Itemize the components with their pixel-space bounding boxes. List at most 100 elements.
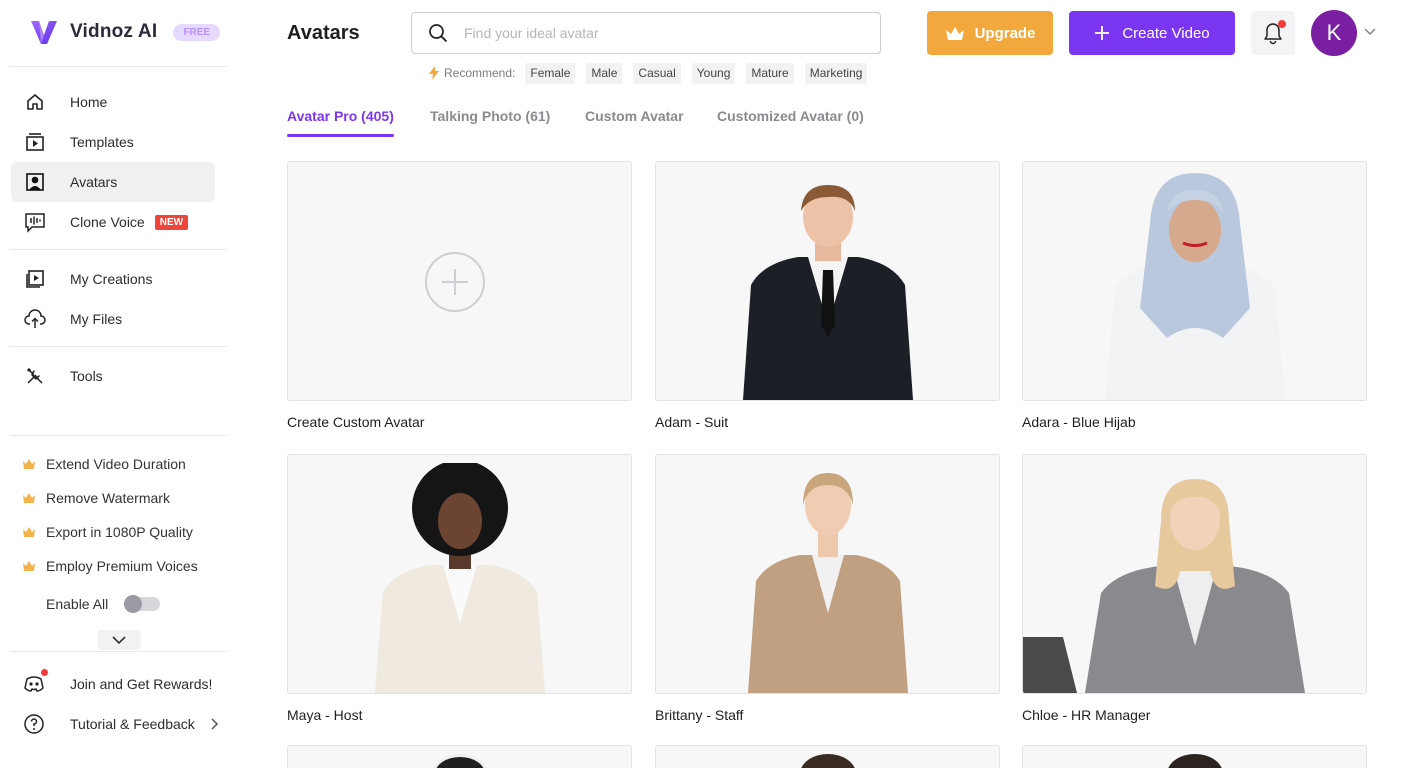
page-title: Avatars: [287, 22, 360, 44]
crown-icon: [23, 527, 35, 537]
lightning-icon: [429, 66, 439, 80]
sidebar-item-clone-voice[interactable]: Clone Voice NEW: [11, 202, 215, 242]
notification-dot: [1278, 20, 1286, 28]
tag-casual[interactable]: Casual: [633, 62, 681, 84]
search-icon: [429, 24, 448, 43]
tag-young[interactable]: Young: [691, 62, 736, 84]
tab-avatar-pro[interactable]: Avatar Pro (405): [287, 108, 394, 138]
avatar-card[interactable]: Brittany - Staff: [655, 454, 1000, 723]
enable-all-label: Enable All: [46, 596, 109, 612]
sidebar-item-label: Home: [70, 94, 108, 110]
enable-all-toggle[interactable]: [124, 595, 161, 613]
perk-remove-watermark[interactable]: Remove Watermark: [22, 488, 170, 508]
chevron-down-icon: [112, 635, 126, 644]
tab-talking-photo[interactable]: Talking Photo (61): [430, 108, 550, 138]
avatar-portrait-image: [431, 754, 488, 768]
card-name: Create Custom Avatar: [287, 414, 425, 430]
tutorial-feedback-link[interactable]: Tutorial & Feedback: [22, 712, 219, 736]
card-thumbnail[interactable]: [287, 161, 632, 401]
chevron-down-icon[interactable]: [1363, 27, 1377, 37]
sidebar-item-label: Avatars: [70, 174, 118, 190]
avatar-card[interactable]: Adara - Blue Hijab: [1022, 161, 1367, 430]
card-thumbnail[interactable]: [1022, 454, 1367, 694]
avatar-card[interactable]: [1022, 745, 1367, 768]
add-circle-icon: [425, 252, 485, 312]
enable-all-row: Enable All: [46, 595, 161, 613]
sidebar-item-home[interactable]: Home: [11, 82, 215, 122]
card-name: Adara - Blue Hijab: [1022, 414, 1136, 430]
perk-label: Export in 1080P Quality: [46, 524, 193, 540]
video-library-icon: [24, 268, 46, 290]
tag-marketing[interactable]: Marketing: [804, 62, 868, 84]
card-name: Adam - Suit: [655, 414, 729, 430]
sidebar-divider: [10, 346, 227, 347]
sidebar-divider: [10, 651, 227, 652]
discord-icon: [22, 669, 48, 696]
tab-custom-avatar[interactable]: Custom Avatar: [585, 108, 684, 138]
avatar-icon: [24, 171, 46, 193]
avatar-card[interactable]: [655, 745, 1000, 768]
sidebar: Vidnoz AI FREE Home Templates Avatars Cl…: [0, 0, 240, 768]
card-thumbnail[interactable]: [655, 161, 1000, 401]
card-name: Maya - Host: [287, 707, 363, 723]
recommend-row: Recommend: Female Male Casual Young Matu…: [428, 62, 878, 84]
cloud-upload-icon: [24, 308, 46, 330]
perk-label: Remove Watermark: [46, 490, 170, 506]
bottom-item-label: Join and Get Rewards!: [70, 676, 213, 692]
upgrade-button[interactable]: Upgrade: [927, 11, 1053, 55]
plan-badge: FREE: [173, 23, 220, 41]
avatar-portrait-image: [1084, 479, 1305, 693]
avatar-card[interactable]: Adam - Suit: [655, 161, 1000, 430]
create-video-button[interactable]: Create Video: [1069, 11, 1235, 55]
sidebar-item-tools[interactable]: Tools: [11, 356, 215, 396]
notification-dot: [41, 669, 48, 676]
crown-icon: [23, 459, 35, 469]
perk-export-1080p[interactable]: Export in 1080P Quality: [22, 522, 193, 542]
sidebar-item-label: Clone Voice: [70, 214, 145, 230]
templates-icon: [24, 131, 46, 153]
avatar-portrait-image: [742, 185, 913, 400]
join-rewards-link[interactable]: Join and Get Rewards!: [22, 669, 213, 696]
avatar-card[interactable]: Chloe - HR Manager: [1022, 454, 1367, 723]
sidebar-divider: [10, 249, 227, 250]
search-box[interactable]: [411, 12, 881, 54]
create-video-label: Create Video: [1122, 24, 1210, 42]
card-thumbnail[interactable]: [1022, 161, 1367, 401]
upgrade-label: Upgrade: [974, 24, 1036, 42]
sidebar-item-my-files[interactable]: My Files: [11, 299, 215, 339]
card-name: Chloe - HR Manager: [1022, 707, 1151, 723]
sidebar-item-avatars[interactable]: Avatars: [11, 162, 215, 202]
card-thumbnail[interactable]: [287, 454, 632, 694]
perk-label: Extend Video Duration: [46, 456, 186, 472]
tag-female[interactable]: Female: [525, 62, 576, 84]
sidebar-item-templates[interactable]: Templates: [11, 122, 215, 162]
sidebar-item-my-creations[interactable]: My Creations: [11, 259, 215, 299]
avatar-card[interactable]: Maya - Host: [287, 454, 632, 723]
sidebar-divider: [10, 66, 227, 67]
search-input[interactable]: [464, 25, 844, 41]
user-avatar[interactable]: K: [1311, 10, 1357, 56]
perk-extend-duration[interactable]: Extend Video Duration: [22, 454, 186, 474]
vidnoz-logo-icon: [31, 21, 57, 44]
perk-label: Employ Premium Voices: [46, 558, 198, 574]
tools-icon: [24, 365, 46, 387]
create-custom-avatar-card[interactable]: Create Custom Avatar: [287, 161, 632, 430]
voice-wave-icon: [24, 211, 46, 233]
crown-icon: [23, 561, 35, 571]
tab-customized-avatar[interactable]: Customized Avatar (0): [717, 108, 864, 138]
crown-icon: [945, 26, 964, 40]
perk-premium-voices[interactable]: Employ Premium Voices: [22, 556, 198, 576]
sidebar-item-label: Tools: [70, 368, 103, 384]
collapse-perks-button[interactable]: [97, 630, 141, 650]
tag-male[interactable]: Male: [586, 62, 623, 84]
logo[interactable]: Vidnoz AI FREE: [28, 14, 220, 50]
tag-mature[interactable]: Mature: [746, 62, 794, 84]
laptop-image: [1023, 637, 1077, 693]
notifications-button[interactable]: [1251, 11, 1295, 55]
card-name: Brittany - Staff: [655, 707, 744, 723]
avatar-portrait-image: [1104, 173, 1285, 400]
new-badge: NEW: [154, 214, 189, 230]
card-thumbnail[interactable]: [655, 454, 1000, 694]
avatar-card[interactable]: [287, 745, 632, 768]
help-icon: [22, 712, 46, 736]
